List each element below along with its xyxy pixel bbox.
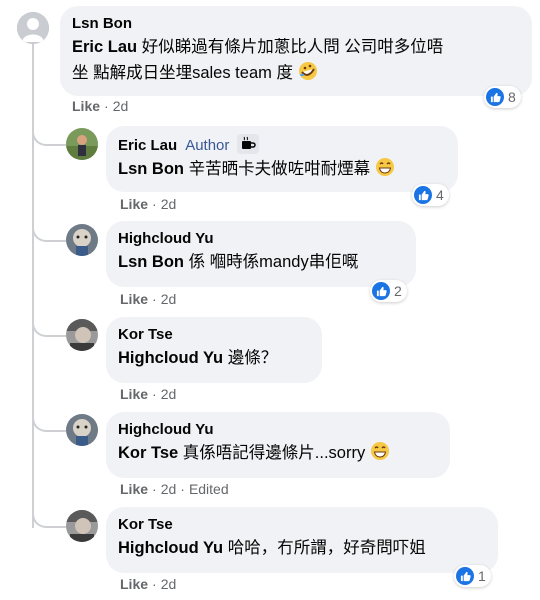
like-reaction-icon bbox=[372, 282, 390, 300]
coffee-cup-icon bbox=[237, 134, 260, 154]
like-button[interactable]: Like bbox=[120, 576, 148, 592]
like-reaction-icon bbox=[414, 186, 432, 204]
mention-link[interactable]: Highcloud Yu bbox=[118, 349, 223, 367]
timestamp[interactable]: 2d bbox=[161, 481, 177, 497]
comment-footer: Like · 2d bbox=[72, 98, 129, 114]
like-reaction-icon bbox=[486, 88, 504, 106]
avatar-photo-icon bbox=[66, 128, 98, 160]
grin-emoji-icon bbox=[370, 442, 389, 460]
comment-text: Kor Tse 真係唔記得邊條片...sorry bbox=[118, 440, 438, 466]
comment-author[interactable]: Highcloud Yu bbox=[118, 229, 404, 249]
comment-author[interactable]: Eric Lau bbox=[118, 137, 177, 154]
comment-footer: Like · 2d bbox=[120, 291, 177, 307]
edited-label[interactable]: Edited bbox=[189, 481, 229, 497]
default-avatar-icon bbox=[17, 12, 49, 44]
thread-line bbox=[32, 44, 34, 528]
comment-author[interactable]: Highcloud Yu bbox=[118, 420, 438, 440]
comment-text: Lsn Bon 係 嗰時係mandy串佢嘅 bbox=[118, 253, 359, 271]
timestamp[interactable]: 2d bbox=[113, 98, 129, 114]
mention-link[interactable]: Eric Lau bbox=[72, 38, 137, 56]
timestamp[interactable]: 2d bbox=[161, 576, 177, 592]
like-button[interactable]: Like bbox=[120, 386, 148, 402]
comment-footer: Like · 2d bbox=[120, 386, 177, 402]
comment-footer: Like · 2d bbox=[120, 196, 177, 212]
avatar[interactable] bbox=[66, 414, 98, 446]
reaction-count[interactable]: 4 bbox=[412, 184, 449, 206]
like-button[interactable]: Like bbox=[120, 196, 148, 212]
comment-author[interactable]: Kor Tse bbox=[118, 325, 310, 345]
comment-bubble: Kor Tse Highcloud Yu 邊條？ bbox=[106, 317, 322, 383]
avatar[interactable] bbox=[66, 319, 98, 351]
comment-bubble: Highcloud Yu Lsn Bon 係 嗰時係mandy串佢嘅 bbox=[106, 221, 416, 287]
mention-link[interactable]: Kor Tse bbox=[118, 444, 178, 462]
avatar[interactable] bbox=[66, 510, 98, 542]
thread-connector bbox=[32, 506, 66, 528]
reaction-count[interactable]: 1 bbox=[454, 565, 491, 587]
comment-author-row: Eric Lau Author bbox=[118, 134, 446, 156]
comment-author[interactable]: Lsn Bon bbox=[72, 14, 520, 34]
comment-bubble: Lsn Bon Eric Lau 好似睇過有條片加蔥比人問 公司咁多位唔 坐 點… bbox=[60, 6, 532, 96]
timestamp[interactable]: 2d bbox=[161, 291, 177, 307]
timestamp[interactable]: 2d bbox=[161, 196, 177, 212]
comment-bubble: Highcloud Yu Kor Tse 真係唔記得邊條片...sorry bbox=[106, 412, 450, 478]
like-button[interactable]: Like bbox=[72, 98, 100, 114]
avatar[interactable] bbox=[66, 224, 98, 256]
comment-author[interactable]: Kor Tse bbox=[118, 515, 486, 535]
reaction-count[interactable]: 2 bbox=[370, 280, 407, 302]
grin-emoji-icon bbox=[375, 158, 394, 176]
timestamp[interactable]: 2d bbox=[161, 386, 177, 402]
comment-text: Eric Lau 好似睇過有條片加蔥比人問 公司咁多位唔 坐 點解成日坐埋sal… bbox=[72, 38, 444, 82]
reaction-count[interactable]: 8 bbox=[484, 86, 521, 108]
thread-connector bbox=[32, 315, 66, 337]
comment-text: Lsn Bon 辛苦晒卡夫做咗咁耐煙幕 bbox=[118, 156, 446, 182]
avatar-photo-icon bbox=[66, 224, 98, 256]
avatar-photo-icon bbox=[66, 510, 98, 542]
comment-footer: Like · 2d · Edited bbox=[120, 481, 229, 497]
like-button[interactable]: Like bbox=[120, 481, 148, 497]
comment-bubble: Eric Lau Author Lsn Bon 辛苦晒卡夫做咗咁耐煙幕 bbox=[106, 126, 458, 192]
rofl-emoji-icon bbox=[298, 62, 317, 80]
like-button[interactable]: Like bbox=[120, 291, 148, 307]
comment-bubble: Kor Tse Highcloud Yu 哈哈，冇所謂，好奇問吓姐 bbox=[106, 507, 498, 573]
comment-text: Highcloud Yu 哈哈，冇所謂，好奇問吓姐 bbox=[118, 539, 426, 557]
avatar[interactable] bbox=[66, 128, 98, 160]
comment-footer: Like · 2d bbox=[120, 576, 177, 592]
thread-connector bbox=[32, 220, 66, 242]
comment-text: Highcloud Yu 邊條？ bbox=[118, 349, 278, 367]
mention-link[interactable]: Lsn Bon bbox=[118, 160, 184, 178]
mention-link[interactable]: Highcloud Yu bbox=[118, 539, 223, 557]
like-reaction-icon bbox=[456, 567, 474, 585]
avatar-photo-icon bbox=[66, 319, 98, 351]
thread-connector bbox=[32, 124, 66, 146]
mention-link[interactable]: Lsn Bon bbox=[118, 253, 184, 271]
thread-connector bbox=[32, 410, 66, 432]
avatar-photo-icon bbox=[66, 414, 98, 446]
avatar[interactable] bbox=[17, 12, 49, 44]
author-badge: Author bbox=[185, 137, 230, 154]
